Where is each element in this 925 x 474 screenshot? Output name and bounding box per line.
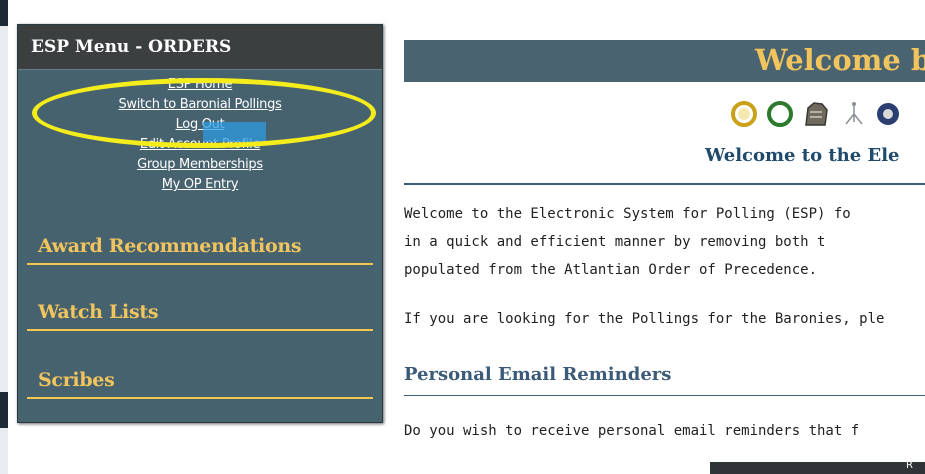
- highlight-annotation: [32, 78, 376, 148]
- section-award-recommendations[interactable]: Award Recommendations: [27, 230, 373, 265]
- green-wreath-icon: [767, 101, 793, 127]
- badge-icon: [877, 103, 899, 125]
- heraldic-icons: [730, 98, 925, 130]
- divider: [404, 395, 925, 396]
- left-edge-strip: [0, 0, 8, 474]
- intro-line: Welcome to the Electronic System for Pol…: [404, 206, 851, 222]
- intro-line: populated from the Atlantian Order of Pr…: [404, 262, 818, 278]
- menu-title: ESP Menu - ORDERS: [18, 25, 382, 70]
- intro-line: in a quick and efficient manner by remov…: [404, 234, 826, 250]
- laurel-wreath-icon: [731, 101, 757, 127]
- baronies-line: If you are looking for the Pollings for …: [404, 311, 885, 327]
- reminder-button-label: R: [906, 460, 913, 471]
- welcome-banner-text: Welcome b: [755, 43, 925, 77]
- beast-icon: [805, 102, 828, 126]
- tree-icon: [845, 102, 863, 125]
- section-watch-lists[interactable]: Watch Lists: [27, 296, 373, 331]
- section-heading: Personal Email Reminders: [404, 364, 672, 385]
- edge-tab-bottom: [0, 392, 8, 428]
- welcome-banner: Welcome b: [404, 40, 925, 82]
- reminder-button[interactable]: R: [710, 460, 925, 474]
- reminder-question: Do you wish to receive personal email re…: [404, 423, 860, 439]
- section-scribes[interactable]: Scribes: [27, 364, 373, 399]
- my-op-entry-link[interactable]: My OP Entry: [18, 175, 382, 195]
- divider: [404, 183, 925, 185]
- page-subtitle: Welcome to the Ele: [705, 145, 900, 166]
- edge-tab-top: [0, 0, 8, 26]
- group-memberships-link[interactable]: Group Memberships: [18, 155, 382, 175]
